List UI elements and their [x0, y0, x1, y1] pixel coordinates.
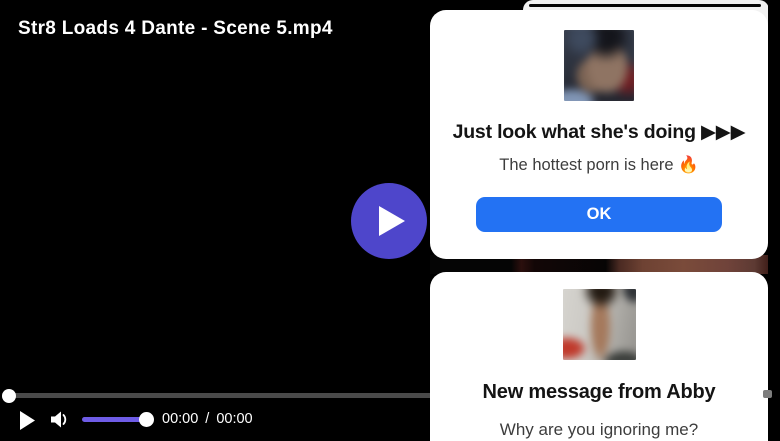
play-button[interactable] [14, 406, 40, 434]
volume-icon [51, 411, 70, 428]
message-heading: New message from Abby [483, 381, 716, 404]
play-icon [20, 411, 35, 430]
ad-dialog-message: New message from Abby Why are you ignori… [430, 272, 768, 441]
offer-subtext: The hottest porn is here 🔥 [499, 156, 698, 175]
thumbnail-image [564, 30, 634, 101]
volume-button[interactable] [48, 408, 72, 430]
webcam-room-thumbnail[interactable] [564, 30, 634, 101]
page-gutter [768, 0, 780, 441]
ad-dialog-offer: Just look what she's doing ▶▶▶ The hotte… [430, 10, 768, 259]
message-body: Why are you ignoring me? [500, 420, 698, 440]
volume-slider[interactable] [82, 417, 145, 422]
big-play-button[interactable] [351, 183, 427, 259]
time-separator: / [205, 411, 209, 427]
play-icon [379, 206, 405, 236]
background-popup-border [529, 4, 761, 7]
selfie-room-thumbnail[interactable] [563, 289, 636, 360]
video-title: Str8 Loads 4 Dante - Scene 5.mp4 [18, 18, 333, 40]
current-time: 00:00 [162, 411, 198, 427]
time-display: 00:00 / 00:00 [162, 411, 253, 427]
offer-heading: Just look what she's doing ▶▶▶ [453, 120, 746, 144]
thumbnail-image [563, 289, 636, 360]
duration: 00:00 [216, 411, 252, 427]
seek-thumb[interactable] [2, 389, 16, 403]
ok-button[interactable]: OK [476, 197, 722, 232]
scrollbar-thumb[interactable] [763, 390, 772, 398]
volume-thumb[interactable] [139, 412, 154, 427]
video-player-page: Str8 Loads 4 Dante - Scene 5.mp4 00:00/0… [0, 0, 780, 441]
